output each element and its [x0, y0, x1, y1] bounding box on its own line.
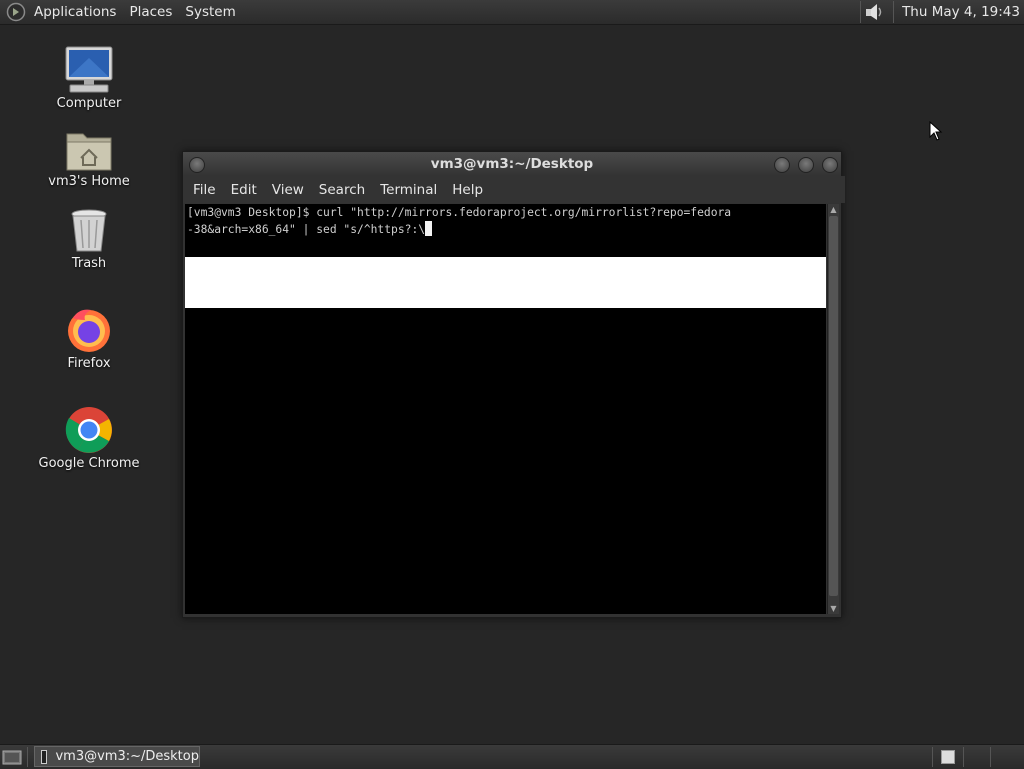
taskbar-button-terminal[interactable]: vm3@vm3:~/Desktop — [34, 746, 200, 767]
scroll-down-icon[interactable]: ▼ — [828, 603, 839, 614]
maximize-button[interactable] — [798, 157, 814, 173]
workspace-switcher-icon[interactable] — [941, 750, 955, 764]
show-desktop-icon[interactable] — [2, 748, 22, 766]
menu-edit[interactable]: Edit — [225, 182, 266, 198]
bottom-panel: vm3@vm3:~/Desktop — [0, 744, 1024, 769]
menu-file[interactable]: File — [187, 182, 225, 198]
menu-terminal[interactable]: Terminal — [374, 182, 446, 198]
menu-places[interactable]: Places — [125, 4, 181, 20]
close-button[interactable] — [822, 157, 838, 173]
menu-applications[interactable]: Applications — [30, 4, 125, 20]
desktop-icon-firefox[interactable]: Firefox — [34, 306, 144, 371]
desktop-icon-label: vm3's Home — [48, 174, 130, 189]
window-titlebar[interactable]: vm3@vm3:~/Desktop — [183, 152, 841, 176]
panel-separator — [860, 1, 862, 23]
menu-search[interactable]: Search — [313, 182, 374, 198]
home-folder-icon — [66, 133, 112, 171]
desktop-icon-home[interactable]: vm3's Home — [34, 128, 144, 189]
menu-view[interactable]: View — [266, 182, 313, 198]
scroll-thumb[interactable] — [829, 216, 838, 596]
menu-help[interactable]: Help — [446, 182, 492, 198]
terminal-line: [vm3@vm3 Desktop]$ curl "http://mirrors.… — [187, 206, 732, 219]
rendering-artifact — [185, 257, 826, 308]
top-panel: Applications Places System Thu May 4, 19… — [0, 0, 1024, 25]
window-menu-button[interactable] — [189, 157, 205, 173]
desktop-icon-trash[interactable]: Trash — [34, 208, 144, 271]
volume-icon[interactable] — [863, 1, 885, 23]
terminal-menubar: File Edit View Search Terminal Help — [183, 176, 845, 203]
panel-separator — [893, 1, 895, 23]
taskbar-button-label: vm3@vm3:~/Desktop — [55, 749, 199, 764]
distro-logo-icon[interactable] — [6, 2, 26, 22]
trash-icon — [71, 209, 107, 252]
scroll-up-icon[interactable]: ▲ — [828, 204, 839, 215]
window-title: vm3@vm3:~/Desktop — [430, 156, 594, 172]
menu-system[interactable]: System — [181, 4, 244, 20]
desktop-icon-chrome[interactable]: Google Chrome — [34, 406, 144, 471]
computer-icon — [65, 46, 113, 93]
terminal-icon — [41, 749, 48, 764]
panel-separator — [27, 747, 28, 767]
terminal-window[interactable]: vm3@vm3:~/Desktop File Edit View Search … — [182, 151, 845, 618]
terminal-scrollbar[interactable]: ▲ ▼ — [827, 204, 839, 614]
mouse-pointer-icon — [929, 121, 943, 141]
panel-separator — [932, 747, 933, 767]
desktop-icon-label: Trash — [71, 256, 107, 271]
firefox-icon — [68, 309, 110, 352]
desktop-icon-label: Google Chrome — [38, 456, 140, 471]
panel-separator — [990, 747, 991, 767]
minimize-button[interactable] — [774, 157, 790, 173]
desktop-icon-computer[interactable]: Computer — [34, 46, 144, 111]
terminal-screen[interactable]: [vm3@vm3 Desktop]$ curl "http://mirrors.… — [185, 204, 826, 614]
chrome-icon — [65, 407, 112, 453]
terminal-line: -38&arch=x86_64" | sed "s/^https?:\ — [187, 223, 426, 236]
panel-separator — [963, 747, 964, 767]
desktop-icon-label: Computer — [56, 96, 122, 111]
terminal-line-current: -38&arch=x86_64" | sed "s/^https?:\ — [187, 221, 433, 239]
desktop-icon-label: Firefox — [67, 356, 111, 371]
text-cursor — [425, 221, 433, 236]
clock[interactable]: Thu May 4, 19:43 — [896, 4, 1024, 20]
